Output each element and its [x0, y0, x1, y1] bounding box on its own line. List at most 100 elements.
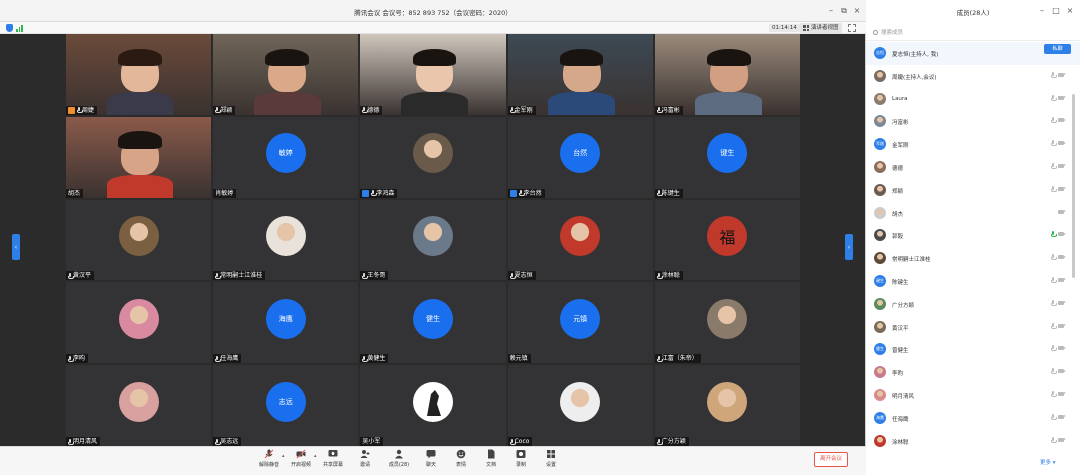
participant-video-tile[interactable]: 夏志恒	[507, 199, 653, 281]
mic-icon[interactable]	[1051, 162, 1057, 170]
video-icon[interactable]	[1058, 118, 1066, 123]
video-icon[interactable]	[1058, 255, 1066, 260]
participant-video-tile[interactable]: 周婕	[66, 34, 212, 115]
mic-icon[interactable]	[1051, 322, 1057, 330]
participant-row[interactable]: 明月清风	[866, 384, 1080, 407]
participants-scrollbar[interactable]	[1072, 94, 1075, 278]
minimize-icon[interactable]: –	[1036, 6, 1048, 15]
video-icon[interactable]	[1058, 414, 1066, 419]
participant-row[interactable]: 冯富彬	[866, 110, 1080, 133]
participant-video-tile[interactable]: 志远 吴志远	[213, 365, 359, 446]
document-button[interactable]: 文档	[478, 449, 504, 468]
participant-video-tile[interactable]: 敏婷 肖敏婷	[213, 116, 359, 198]
member-search-input[interactable]: 搜索成员	[872, 28, 1074, 38]
close-icon[interactable]: ×	[851, 6, 863, 15]
participant-video-tile[interactable]: 元镇 赖元镇	[507, 282, 653, 364]
caret-up-icon[interactable]: ▴	[282, 453, 285, 459]
mic-icon[interactable]	[1051, 390, 1057, 398]
participant-row[interactable]: 胡杰	[866, 202, 1080, 225]
video-icon[interactable]	[1058, 369, 1066, 374]
participant-video-tile[interactable]: 李昀	[66, 282, 212, 364]
video-button[interactable]: 开启视频	[288, 449, 314, 468]
video-icon[interactable]	[1058, 391, 1066, 396]
participant-row[interactable]: 涂林聪	[866, 430, 1080, 453]
participant-row[interactable]: 黄汉平	[866, 316, 1080, 339]
participant-video-tile[interactable]: 福涂林聪	[654, 199, 800, 281]
participant-video-tile[interactable]: 江富（朱帝）	[654, 282, 800, 364]
participant-video-tile[interactable]: 台然 李台然	[507, 116, 653, 198]
participant-row[interactable]: 李昀	[866, 361, 1080, 384]
minimize-icon[interactable]: –	[825, 6, 837, 15]
participant-row[interactable]: 常明嗣士江淮桂	[866, 247, 1080, 270]
caret-up-icon[interactable]: ▴	[314, 453, 317, 459]
participant-row[interactable]: 海鹰 任海鹰	[866, 407, 1080, 430]
participant-row[interactable]: 周婕(主持人,会议)	[866, 65, 1080, 88]
video-icon[interactable]	[1058, 323, 1066, 328]
share-screen-button[interactable]: 共享屏幕	[320, 449, 346, 468]
video-icon[interactable]	[1058, 437, 1066, 442]
mic-icon[interactable]	[1051, 117, 1057, 124]
participant-video-tile[interactable]: 王冬哥	[360, 199, 506, 281]
shield-icon[interactable]	[6, 24, 13, 32]
video-icon[interactable]	[1058, 186, 1066, 191]
mic-icon[interactable]	[1051, 276, 1057, 284]
chat-button[interactable]: 聊天	[418, 449, 444, 468]
video-icon[interactable]	[1058, 346, 1066, 351]
more-button[interactable]: 更多 ▾	[1040, 458, 1056, 466]
signal-icon[interactable]	[16, 25, 23, 32]
mic-button[interactable]: 解除静音	[256, 449, 282, 468]
participant-row[interactable]: 广分方颖	[866, 293, 1080, 316]
mic-icon[interactable]	[1051, 94, 1057, 102]
video-icon[interactable]	[1058, 163, 1066, 168]
mic-icon[interactable]	[1051, 436, 1057, 444]
video-icon[interactable]	[1058, 232, 1066, 237]
participant-row[interactable]: 郭毅	[866, 224, 1080, 247]
participant-row[interactable]: 军刚 金军刚	[866, 133, 1080, 156]
participant-video-tile[interactable]: 键生 陈键生	[654, 116, 800, 198]
participant-video-tile[interactable]: 吴小军	[360, 365, 506, 446]
mic-icon[interactable]	[1051, 413, 1057, 421]
video-icon[interactable]	[1058, 141, 1066, 146]
speaker-view-button[interactable]: 演讲者视图	[800, 23, 842, 33]
settings-button[interactable]: 设置	[538, 449, 564, 468]
video-icon[interactable]	[1058, 209, 1066, 214]
video-icon[interactable]	[1058, 72, 1066, 77]
mic-icon[interactable]	[1051, 231, 1057, 238]
video-icon[interactable]	[1058, 277, 1066, 282]
participant-row[interactable]: Laura	[866, 88, 1080, 111]
next-page-button[interactable]: ›	[845, 234, 853, 260]
participant-row[interactable]: 键生 陈键生	[866, 270, 1080, 293]
participant-video-tile[interactable]: 冯富彬	[654, 34, 800, 115]
participant-video-tile[interactable]: 广分方颖	[654, 365, 800, 446]
maximize-icon[interactable]: ⧉	[838, 6, 850, 16]
participant-row[interactable]: 健生 曾健生	[866, 338, 1080, 361]
video-icon[interactable]	[1058, 300, 1066, 305]
participant-video-tile[interactable]: 郑颖	[213, 34, 359, 115]
private-chat-button[interactable]: 私聊	[1044, 44, 1071, 54]
participant-video-tile[interactable]: 李鸿森	[360, 116, 506, 198]
participant-video-tile[interactable]: 金军刚	[507, 34, 653, 115]
mic-icon[interactable]	[1051, 71, 1057, 79]
mic-icon[interactable]	[1051, 254, 1057, 261]
leave-meeting-button[interactable]: 离开会议	[814, 452, 848, 467]
invite-button[interactable]: 邀请	[352, 449, 378, 468]
participant-video-tile[interactable]: 德德	[360, 34, 506, 115]
mic-icon[interactable]	[1051, 299, 1057, 307]
participant-video-tile[interactable]: 海鹰 任海鹰	[213, 282, 359, 364]
participant-row[interactable]: 郑颖	[866, 179, 1080, 202]
participant-video-tile[interactable]: 胡杰	[66, 116, 212, 198]
record-button[interactable]: 录制	[508, 449, 534, 468]
participant-video-tile[interactable]: Coco	[507, 365, 653, 446]
mic-icon[interactable]	[1051, 185, 1057, 193]
members-button[interactable]: 成员(28)	[386, 449, 412, 468]
participant-video-tile[interactable]: 常明嗣士江淮桂	[213, 199, 359, 281]
mic-icon[interactable]	[1051, 140, 1057, 147]
participant-video-tile[interactable]: 健生 黄健生	[360, 282, 506, 364]
prev-page-button[interactable]: ‹	[12, 234, 20, 260]
emoji-button[interactable]: 表情	[448, 449, 474, 468]
mic-icon[interactable]	[1051, 345, 1057, 352]
participant-video-tile[interactable]: 明月清风	[66, 365, 212, 446]
close-icon[interactable]: ×	[1064, 6, 1076, 15]
video-icon[interactable]	[1058, 95, 1066, 100]
participant-video-tile[interactable]: 黄汉平	[66, 199, 212, 281]
